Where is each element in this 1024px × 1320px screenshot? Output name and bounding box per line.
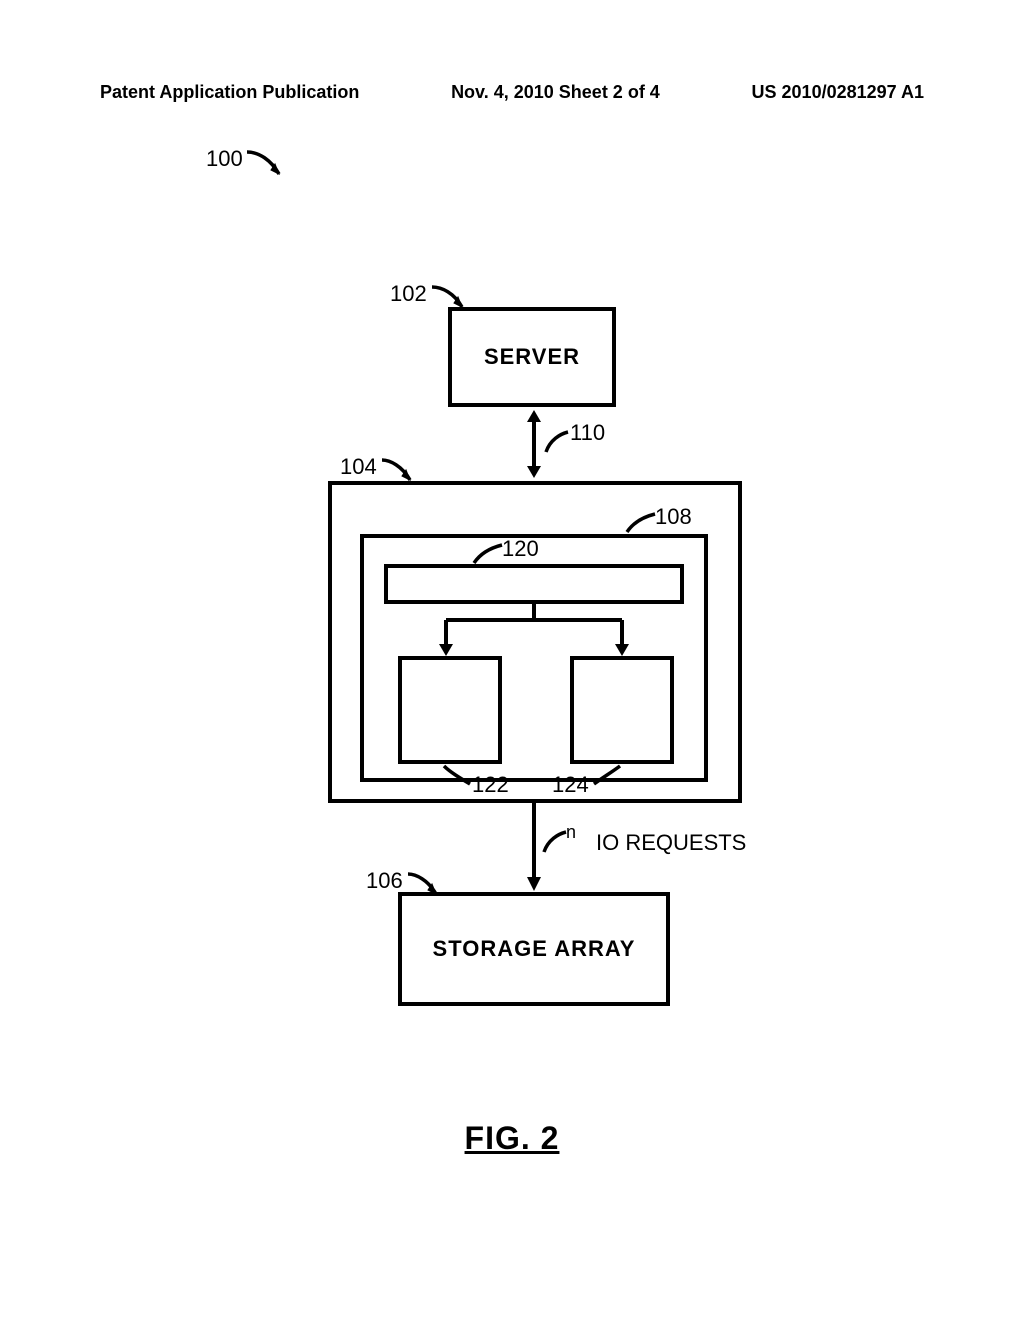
leader-124	[592, 764, 622, 788]
leader-110	[544, 430, 572, 458]
ref-n: n	[566, 822, 576, 843]
ref-104: 104	[340, 454, 377, 480]
ref-100: 100	[206, 146, 243, 172]
ref-102: 102	[390, 281, 427, 307]
header-pub-number: US 2010/0281297 A1	[752, 82, 924, 103]
ref-110: 110	[570, 420, 605, 446]
header-date-sheet: Nov. 4, 2010 Sheet 2 of 4	[451, 82, 660, 103]
label-storage-array: STORAGE ARRAY	[402, 936, 666, 962]
box-122	[398, 656, 502, 764]
arrow-io-requests	[524, 803, 544, 893]
ref-124: 124	[552, 772, 589, 798]
leader-100	[245, 150, 285, 180]
ref-122: 122	[472, 772, 509, 798]
header-publication-type: Patent Application Publication	[100, 82, 359, 103]
leader-108	[625, 512, 657, 536]
arrow-110-bidir	[524, 407, 544, 481]
page-header: Patent Application Publication Nov. 4, 2…	[0, 82, 1024, 103]
ref-120: 120	[502, 536, 539, 562]
box-124	[570, 656, 674, 764]
box-120	[384, 564, 684, 604]
ref-108: 108	[655, 504, 692, 530]
io-requests-label: IO REQUESTS	[596, 830, 746, 856]
splitter-arrows	[384, 604, 684, 660]
ref-106: 106	[366, 868, 403, 894]
box-storage-array: STORAGE ARRAY	[398, 892, 670, 1006]
leader-122	[442, 764, 472, 788]
figure-caption: FIG. 2	[0, 1120, 1024, 1157]
box-server: SERVER	[448, 307, 616, 407]
label-server: SERVER	[452, 344, 612, 370]
